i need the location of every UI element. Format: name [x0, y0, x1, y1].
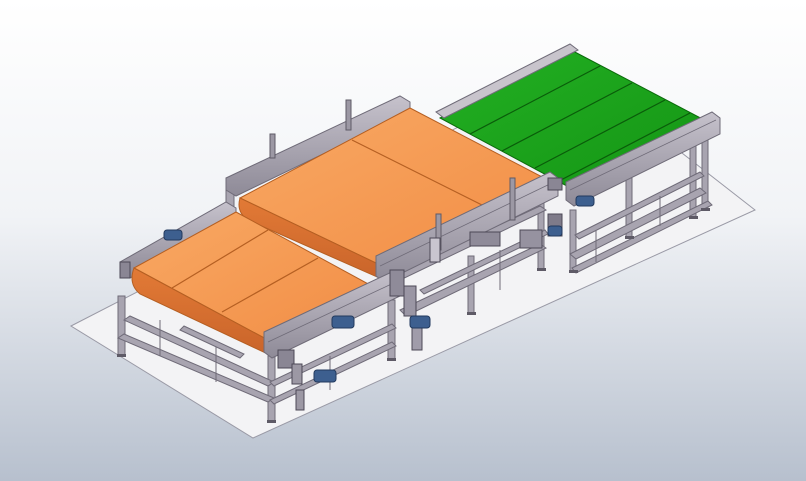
cad-viewport[interactable]	[0, 0, 806, 481]
motor-icon	[163, 229, 183, 241]
motor-icon	[331, 315, 355, 329]
motor-icon	[409, 315, 431, 329]
motor-icon	[575, 195, 595, 207]
motor-icon	[313, 369, 337, 383]
motor-icon	[547, 225, 563, 237]
cad-3d-scene[interactable]	[0, 0, 806, 481]
